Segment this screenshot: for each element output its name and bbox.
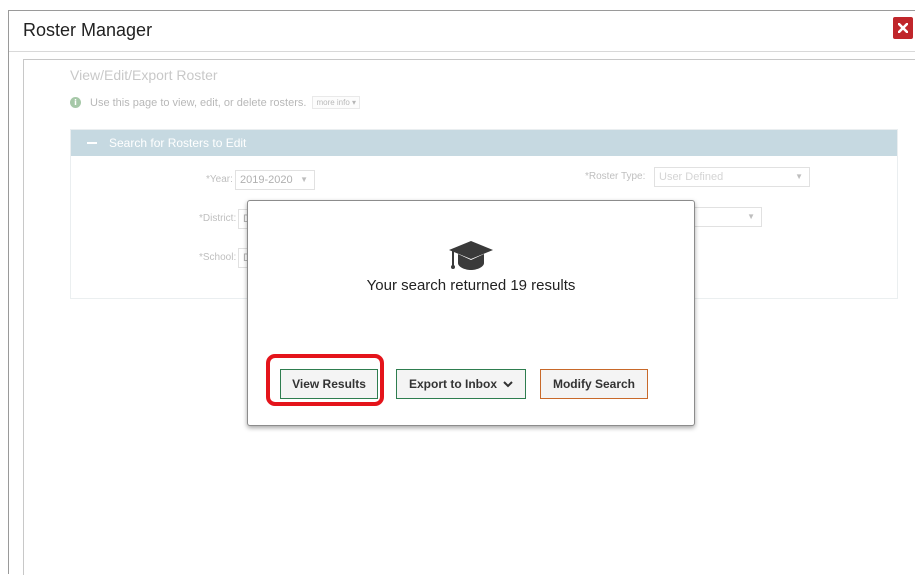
school-label: *School: [199,252,237,263]
info-line: i Use this page to view, edit, or delete… [70,96,361,109]
modify-search-button[interactable]: Modify Search [540,369,648,399]
info-icon: i [70,97,81,108]
window-title: Roster Manager [23,20,153,40]
titlebar: Roster Manager [9,11,915,52]
chevron-down-icon [503,380,513,387]
graduation-cap-icon [449,241,493,270]
year-label: *Year: [206,174,233,185]
panel-header[interactable]: Search for Rosters to Edit [71,130,897,156]
close-button[interactable] [893,17,913,39]
close-icon [898,23,908,33]
panel-title: Search for Rosters to Edit [109,136,247,150]
dropdown-arrow-icon: ▼ [795,172,803,181]
roster-type-select[interactable]: User Defined ▼ [654,167,810,187]
results-message: Your search returned 19 results [366,277,576,294]
district-label: *District: [199,213,237,224]
roster-type-label: *Roster Type: [585,171,646,182]
collapse-icon[interactable] [87,142,97,144]
export-to-inbox-button[interactable]: Export to Inbox [396,369,526,399]
more-info-button[interactable]: more info ▾ [312,96,361,109]
export-label: Export to Inbox [409,377,497,391]
highlight-annotation [266,354,384,406]
dropdown-arrow-icon: ▼ [300,175,308,184]
page-title: View/Edit/Export Roster [70,67,218,83]
modify-label: Modify Search [552,377,636,391]
info-text: Use this page to view, edit, or delete r… [90,96,307,109]
dropdown-arrow-icon: ▼ [747,212,755,221]
year-select[interactable]: 2019-2020 ▼ [235,170,315,190]
